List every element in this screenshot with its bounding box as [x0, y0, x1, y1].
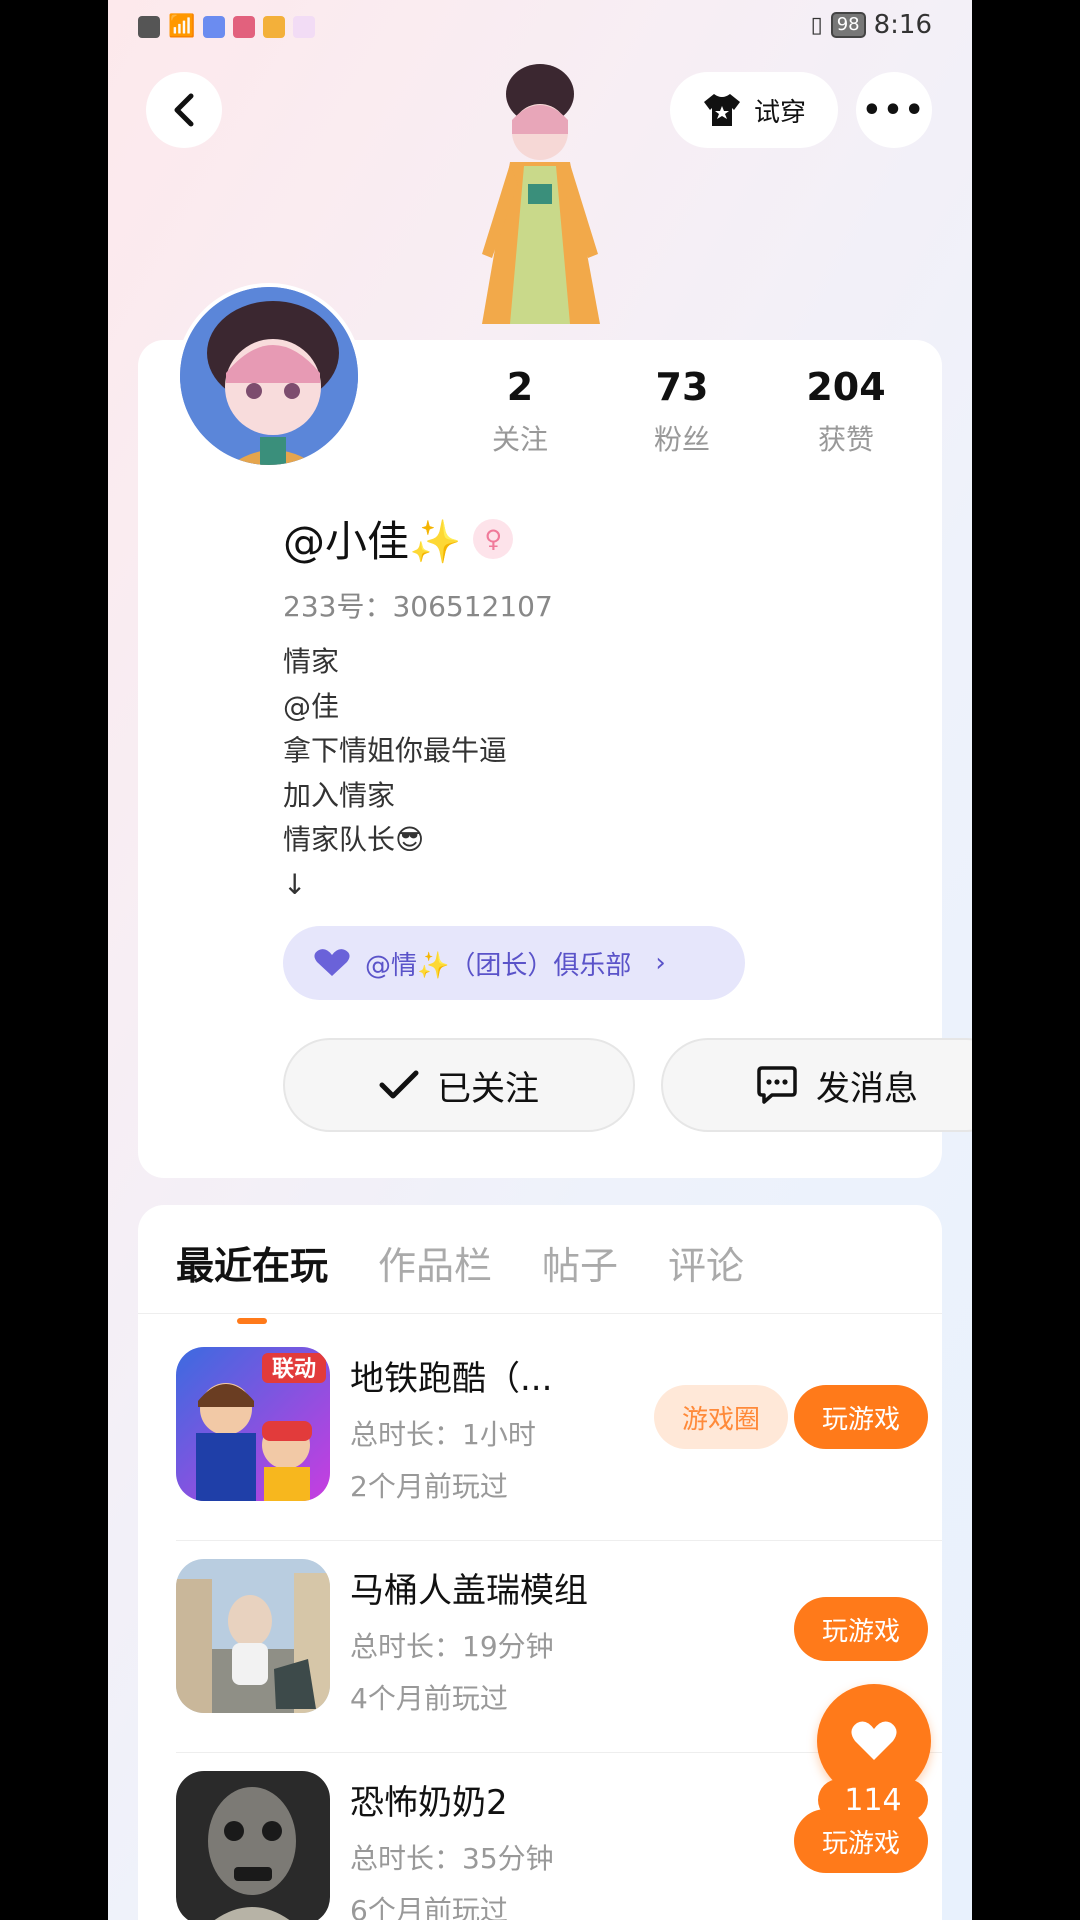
female-gender-icon: ♀: [473, 518, 514, 559]
game-duration: 总时长：1小时: [350, 1418, 536, 1451]
bio-line: 加入情家: [283, 778, 396, 812]
followed-label: 已关注: [437, 1068, 539, 1109]
heart-club-icon: [314, 949, 350, 976]
play-game-button[interactable]: 玩游戏: [794, 1597, 928, 1661]
svg-text:联动: 联动: [272, 1357, 316, 1382]
bio: 情家 @佳 拿下情姐你最牛逼 加入情家 情家队长😎 ↓: [283, 640, 507, 907]
game-duration: 总时长：35分钟: [350, 1842, 554, 1875]
nickname: @小佳✨: [283, 517, 462, 566]
alert-icon: [138, 15, 160, 38]
tab-posts[interactable]: 帖子: [542, 1235, 618, 1290]
tabs-divider: [138, 1313, 942, 1314]
chat-bubble-icon: [757, 1066, 797, 1104]
bio-line: 拿下情姐你最牛逼: [283, 734, 508, 767]
check-icon: [379, 1070, 419, 1099]
back-button[interactable]: [146, 72, 222, 148]
status-right: ▯ 98 8:16: [811, 10, 932, 40]
clock: 8:16: [873, 10, 932, 40]
heart-icon: [851, 1721, 897, 1760]
game-duration: 总时长：19分钟: [350, 1630, 554, 1663]
likes-count: 204: [806, 365, 886, 409]
followed-button[interactable]: 已关注: [283, 1038, 635, 1132]
tab-recently-played[interactable]: 最近在玩: [176, 1235, 328, 1290]
stat-following[interactable]: 2 关注: [460, 362, 580, 458]
battery-icon: 98: [830, 12, 866, 38]
game-icon: [176, 1771, 330, 1920]
app-notification-icon: [203, 15, 226, 38]
bio-line: 情家队长😎: [283, 823, 425, 856]
game-row[interactable]: 联动 地铁跑酷（... 总时长：1小时 2个月前玩过 游戏圈 玩游戏: [176, 1329, 942, 1541]
stats-row: 2 关注 73 粉丝 204 获赞: [460, 362, 924, 472]
back-arrow-icon: [174, 93, 194, 127]
more-icon: •••: [862, 92, 926, 128]
user-id: 233号：306512107: [283, 590, 553, 623]
stat-likes[interactable]: 204 获赞: [786, 362, 906, 458]
wifi-icon: 📶: [168, 14, 196, 39]
avatar[interactable]: [176, 283, 362, 469]
following-count: 2: [506, 365, 534, 409]
followers-count: 73: [655, 365, 709, 409]
game-icon: [176, 1559, 330, 1713]
app-notification-icon: [293, 15, 316, 38]
profile-screen: 📶 ▯ 98 8:16 试穿 ••• 2 关注 73 粉丝 204 获赞 @小佳…: [108, 0, 972, 1920]
game-name: 马桶人盖瑞模组: [350, 1571, 588, 1611]
game-circle-button[interactable]: 游戏圈: [654, 1385, 788, 1449]
tab-bar: 最近在玩 作品栏 帖子 评论: [176, 1235, 744, 1290]
game-last-played: 4个月前玩过: [350, 1682, 508, 1715]
app-notification-icon: [233, 15, 256, 38]
club-label: @情✨（团长）俱乐部: [365, 950, 632, 981]
more-button[interactable]: •••: [856, 72, 932, 148]
game-name: 恐怖奶奶2: [350, 1783, 508, 1823]
bio-line: ↓: [283, 867, 307, 901]
message-label: 发消息: [816, 1068, 918, 1109]
followers-label: 粉丝: [653, 423, 710, 456]
tab-comments[interactable]: 评论: [668, 1235, 744, 1290]
bio-line: @佳: [283, 689, 340, 723]
game-icon: 联动: [176, 1347, 330, 1501]
app-notification-icon: [263, 15, 286, 38]
try-on-label: 试穿: [753, 97, 806, 128]
chevron-right-icon: ›: [655, 948, 666, 978]
nickname-row: @小佳✨ ♀: [283, 508, 514, 569]
status-bar: 📶 ▯ 98 8:16: [108, 10, 972, 46]
status-left-icons: 📶: [138, 14, 316, 39]
message-button[interactable]: 发消息: [661, 1038, 972, 1132]
tab-works[interactable]: 作品栏: [378, 1235, 492, 1290]
following-label: 关注: [491, 423, 548, 456]
club-link[interactable]: @情✨（团长）俱乐部 ›: [283, 926, 745, 1000]
try-on-button[interactable]: 试穿: [670, 72, 838, 148]
game-name: 地铁跑酷（...: [350, 1359, 553, 1399]
game-last-played: 6个月前玩过: [350, 1894, 508, 1920]
like-count: 114: [818, 1779, 928, 1821]
likes-label: 获赞: [817, 423, 874, 456]
shirt-icon: [703, 94, 740, 126]
character-illustration: [448, 54, 618, 344]
vibrate-icon: ▯: [810, 12, 823, 38]
stat-followers[interactable]: 73 粉丝: [622, 362, 742, 458]
play-game-button[interactable]: 玩游戏: [794, 1385, 928, 1449]
game-last-played: 2个月前玩过: [350, 1470, 508, 1503]
game-row[interactable]: 恐怖奶奶2 总时长：35分钟 6个月前玩过 玩游戏: [176, 1753, 942, 1920]
bio-line: 情家: [283, 645, 340, 678]
